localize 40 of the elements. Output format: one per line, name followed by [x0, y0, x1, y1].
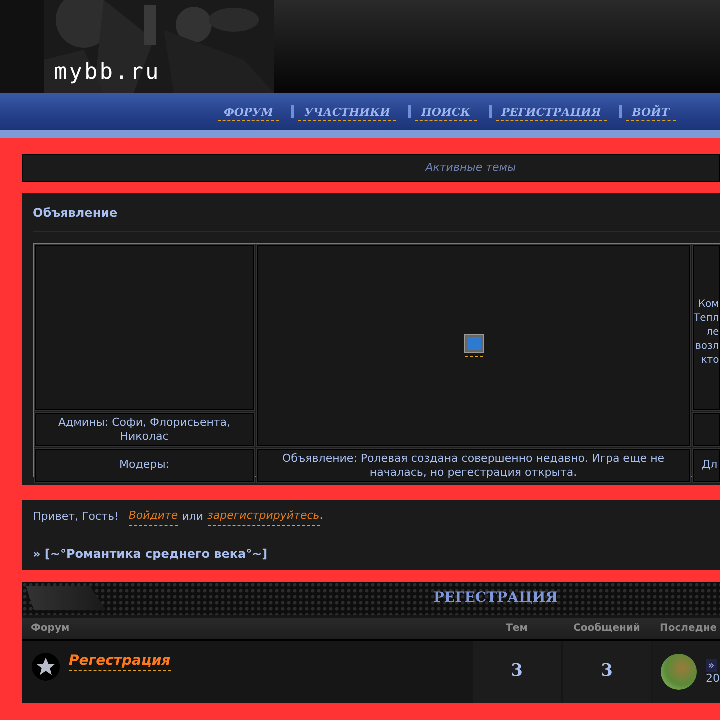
admins-text: Админы: Софи, Флорисьента, Николас	[57, 416, 232, 444]
column-header: Сообщений	[574, 623, 640, 634]
nav-link[interactable]: РЕГИСТРАЦИЯ	[496, 104, 608, 120]
separator-icon	[291, 105, 294, 118]
cell-text: Дл	[702, 457, 718, 474]
site-logo[interactable]: mybb.ru	[54, 56, 161, 89]
broken-image-icon	[464, 334, 484, 358]
forum-link[interactable]: Регестрация	[69, 653, 171, 671]
topics-count: 3	[511, 660, 523, 684]
separator-icon	[408, 105, 412, 118]
login-link[interactable]: Войдите	[128, 508, 178, 526]
panel-title: Объявление	[33, 193, 720, 232]
cell-text: Тепл	[694, 312, 720, 326]
avatar-icon	[661, 654, 697, 690]
column-header: Последне	[660, 623, 718, 634]
header-ornament-icon	[26, 586, 106, 610]
nav-link[interactable]: ВОЙТ	[626, 104, 676, 120]
moderators-text: Модеры:	[120, 457, 170, 474]
cell-text: кто	[701, 354, 720, 368]
register-link[interactable]: зарегистрируйтесь	[208, 508, 320, 526]
posts-count: 3	[601, 660, 613, 684]
column-header: Форум	[31, 623, 70, 634]
nav-link[interactable]: ФОРУМ	[218, 104, 280, 120]
announcement-text: Объявление: Ролевая создана совершенно недавно. Игра еще не началась, но регестрация открыта.	[281, 452, 666, 480]
forum-title-link[interactable]: » [~°Романтика среднего века°~]	[33, 544, 268, 562]
cell-text: Ком	[698, 298, 720, 312]
category-title: РЕГЕСТРАЦИЯ	[434, 589, 558, 608]
separator-icon	[619, 105, 622, 118]
period-text: .	[320, 508, 324, 524]
or-text: или	[182, 508, 204, 524]
nav-link[interactable]: ПОИСК	[415, 104, 477, 120]
cell-text: возл	[695, 340, 720, 354]
active-topics-link[interactable]: Активные темы	[426, 160, 516, 176]
column-header: Тем	[506, 623, 528, 634]
cell-text: ле	[706, 326, 720, 340]
greeting-text: Привет, Гость!	[33, 508, 119, 524]
last-post-link[interactable]: »	[706, 659, 717, 672]
last-post-date: 20	[706, 672, 720, 685]
separator-icon	[488, 105, 492, 118]
nav-link[interactable]: УЧАСТНИКИ	[298, 104, 396, 120]
